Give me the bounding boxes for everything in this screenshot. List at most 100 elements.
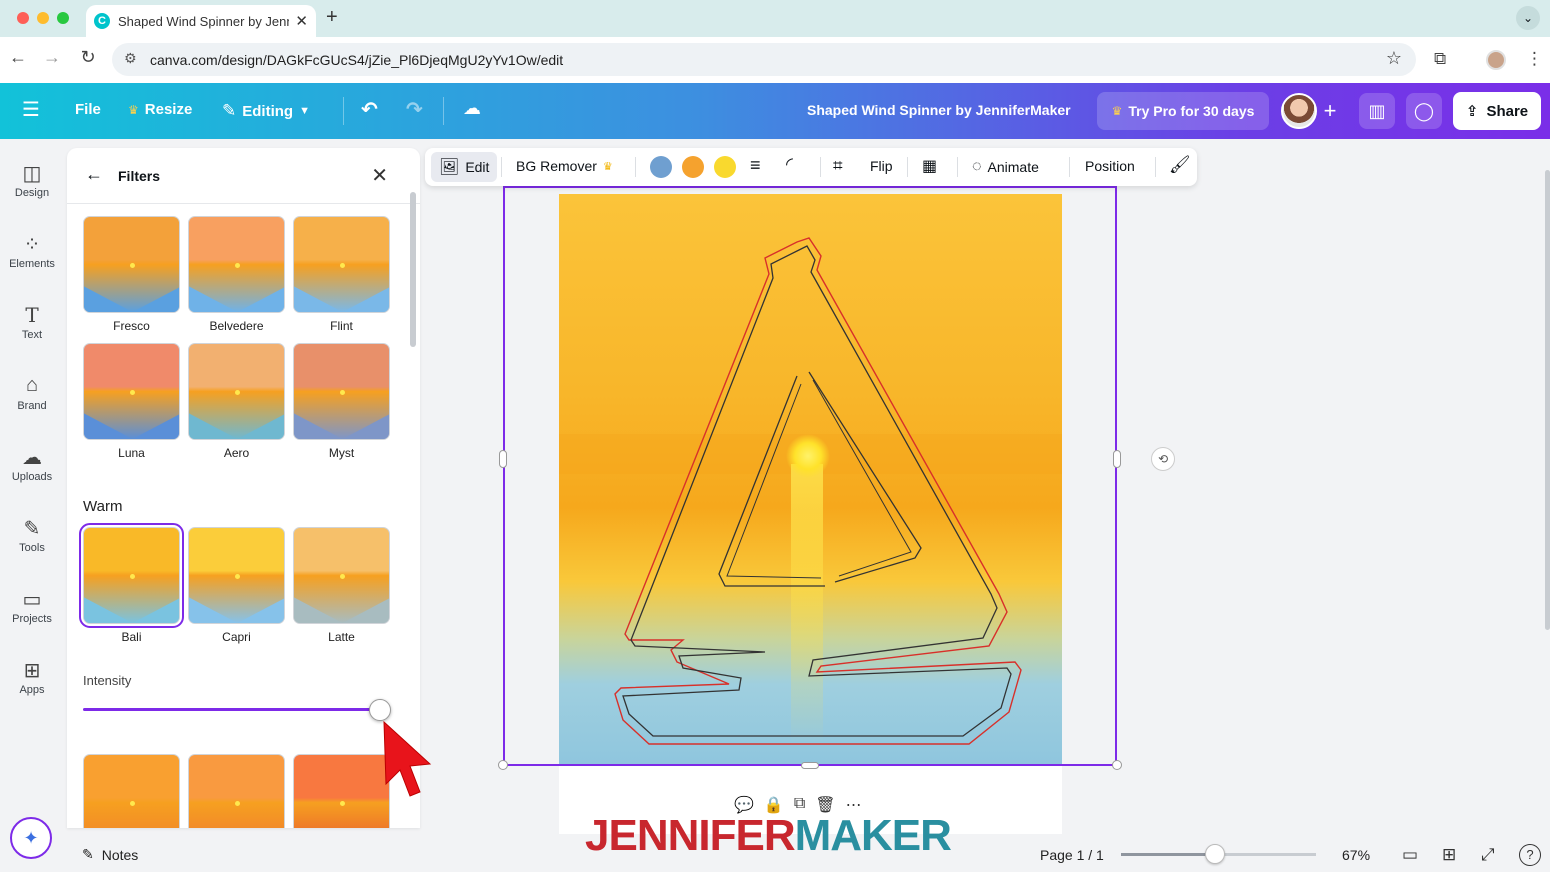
filter-orange-1[interactable] bbox=[83, 754, 180, 828]
reload-icon[interactable]: ↻ bbox=[76, 47, 100, 68]
rail-label: Uploads bbox=[11, 471, 53, 483]
menu-hamburger-icon[interactable]: ☰ bbox=[22, 97, 40, 122]
editing-mode-button[interactable]: ✎ Editing ▼ bbox=[222, 101, 310, 121]
rail-label: Elements bbox=[9, 258, 55, 270]
rail-item-projects[interactable]: ▭ Projects bbox=[0, 587, 64, 625]
fullscreen-icon[interactable]: ⤢ bbox=[1481, 845, 1495, 865]
magic-sparkle-button[interactable]: ✦ bbox=[10, 817, 52, 859]
maximize-window-button[interactable] bbox=[57, 12, 69, 24]
chrome-menu-icon[interactable]: ⋮ bbox=[1526, 49, 1543, 69]
resize-button[interactable]: ♛ Resize bbox=[128, 101, 192, 118]
new-tab-button[interactable]: + bbox=[326, 6, 338, 29]
color-swatch-orange[interactable] bbox=[682, 156, 704, 178]
canvas-scrollbar[interactable] bbox=[1545, 170, 1550, 630]
panel-scrollbar[interactable] bbox=[410, 192, 416, 347]
rail-item-uploads[interactable]: ☁ Uploads bbox=[0, 445, 64, 483]
browser-tab[interactable]: C Shaped Wind Spinner by Jenn ✕ bbox=[86, 5, 316, 37]
notes-button[interactable]: ✎ Notes bbox=[82, 846, 138, 863]
filter-luna[interactable]: Luna bbox=[83, 343, 180, 460]
text-icon: T bbox=[25, 303, 39, 327]
insights-chart-icon[interactable]: ▥ bbox=[1359, 93, 1395, 129]
filter-fresco[interactable]: Fresco bbox=[83, 216, 180, 333]
filter-latte[interactable]: Latte bbox=[293, 527, 390, 644]
flip-button[interactable]: Flip bbox=[870, 158, 893, 174]
transparency-icon[interactable]: ▦ bbox=[922, 156, 937, 176]
filter-belvedere[interactable]: Belvedere bbox=[188, 216, 285, 333]
document-title[interactable]: Shaped Wind Spinner by JenniferMaker bbox=[807, 102, 1071, 118]
filter-orange-2[interactable] bbox=[188, 754, 285, 828]
try-pro-button[interactable]: ♛ Try Pro for 30 days bbox=[1097, 92, 1269, 130]
intensity-slider-knob[interactable] bbox=[369, 699, 391, 721]
image-edit-icon: 🖼 bbox=[439, 159, 460, 176]
pages-view-icon[interactable]: ▭ bbox=[1402, 845, 1418, 865]
user-avatar[interactable] bbox=[1281, 93, 1317, 129]
elements-icon: ⁘ bbox=[23, 234, 41, 256]
filter-capri[interactable]: Capri bbox=[188, 527, 285, 644]
toolbar-divider bbox=[1069, 157, 1070, 177]
resize-handle-bottom-right[interactable] bbox=[1112, 760, 1122, 770]
rail-item-tools[interactable]: ✎ Tools bbox=[0, 516, 64, 554]
rail-item-elements[interactable]: ⁘ Elements bbox=[0, 232, 64, 270]
filter-thumbnail bbox=[188, 343, 285, 440]
filter-bali[interactable]: Bali bbox=[79, 523, 184, 644]
browser-profile-avatar[interactable] bbox=[1486, 50, 1506, 70]
color-swatch-blue[interactable] bbox=[650, 156, 672, 178]
close-icon[interactable]: ✕ bbox=[371, 163, 388, 188]
url-field[interactable]: ⚙ canva.com/design/DAGkFcGUcS4/jZie_Pl6D… bbox=[112, 43, 1416, 76]
add-collaborator-icon[interactable]: + bbox=[1318, 93, 1342, 129]
resize-handle-bottom-left[interactable] bbox=[498, 760, 508, 770]
bg-remover-button[interactable]: BG Remover ♛ bbox=[516, 158, 613, 174]
redo-icon[interactable]: ↷ bbox=[406, 97, 423, 122]
header-divider bbox=[343, 97, 344, 125]
forward-icon[interactable]: → bbox=[40, 47, 64, 68]
page-indicator[interactable]: Page 1 / 1 bbox=[1040, 847, 1104, 863]
rail-item-text[interactable]: T Text bbox=[0, 303, 64, 341]
editing-label: Editing bbox=[242, 102, 294, 120]
border-style-icon[interactable]: ≡ bbox=[750, 155, 761, 176]
paint-roller-icon[interactable]: 🖌 bbox=[1169, 155, 1191, 175]
close-tab-icon[interactable]: ✕ bbox=[295, 12, 308, 30]
intensity-slider-track[interactable] bbox=[83, 708, 380, 711]
resize-handle-bottom[interactable] bbox=[801, 762, 819, 769]
rotate-icon[interactable]: ⟲ bbox=[1151, 447, 1175, 471]
extensions-icon[interactable]: ⧉ bbox=[1434, 49, 1446, 69]
share-upload-icon: ⇪ bbox=[1465, 103, 1479, 120]
corner-rounding-icon[interactable]: ◜ bbox=[786, 154, 793, 175]
jennifermaker-logo: JENNIFERMAKER bbox=[585, 811, 952, 861]
position-button[interactable]: Position bbox=[1085, 158, 1135, 174]
site-settings-icon[interactable]: ⚙ bbox=[124, 50, 137, 67]
minimize-window-button[interactable] bbox=[37, 12, 49, 24]
resize-handle-left[interactable] bbox=[499, 450, 507, 468]
filter-flint[interactable]: Flint bbox=[293, 216, 390, 333]
file-menu-button[interactable]: File bbox=[75, 101, 101, 118]
close-window-button[interactable] bbox=[17, 12, 29, 24]
help-icon[interactable]: ? bbox=[1519, 844, 1541, 866]
back-icon[interactable]: ← bbox=[6, 47, 30, 68]
crop-icon[interactable]: ⌗ bbox=[833, 156, 843, 176]
comments-icon[interactable]: ◯ bbox=[1406, 93, 1442, 129]
rail-item-apps[interactable]: ⊞ Apps bbox=[0, 658, 64, 696]
bookmark-star-icon[interactable]: ☆ bbox=[1386, 48, 1402, 69]
resize-handle-right[interactable] bbox=[1113, 450, 1121, 468]
animate-button[interactable]: ◌ Animate bbox=[972, 158, 1039, 176]
tab-search-button[interactable]: ⌄ bbox=[1516, 6, 1540, 30]
filter-label: Bali bbox=[121, 630, 142, 644]
filter-label: Luna bbox=[118, 446, 145, 460]
chevron-down-icon: ▼ bbox=[299, 105, 310, 117]
water-shape bbox=[189, 286, 284, 312]
filter-myst[interactable]: Myst bbox=[293, 343, 390, 460]
share-button[interactable]: ⇪ Share bbox=[1453, 92, 1541, 130]
color-swatch-yellow[interactable] bbox=[714, 156, 736, 178]
edit-image-button[interactable]: 🖼 Edit bbox=[431, 152, 498, 182]
undo-icon[interactable]: ↶ bbox=[361, 97, 378, 122]
zoom-slider-knob[interactable] bbox=[1205, 844, 1225, 864]
zoom-percentage[interactable]: 67% bbox=[1342, 847, 1370, 863]
filter-aero[interactable]: Aero bbox=[188, 343, 285, 460]
rail-label: Projects bbox=[12, 613, 52, 625]
grid-view-icon[interactable]: ⊞ bbox=[1442, 845, 1456, 865]
rail-item-design[interactable]: ◫ Design bbox=[0, 161, 64, 199]
cloud-save-icon[interactable]: ☁ bbox=[463, 98, 481, 119]
filter-orange-3[interactable] bbox=[293, 754, 390, 828]
back-arrow-icon[interactable]: ← bbox=[85, 164, 103, 185]
rail-item-brand[interactable]: ⌂ Brand bbox=[0, 374, 64, 412]
